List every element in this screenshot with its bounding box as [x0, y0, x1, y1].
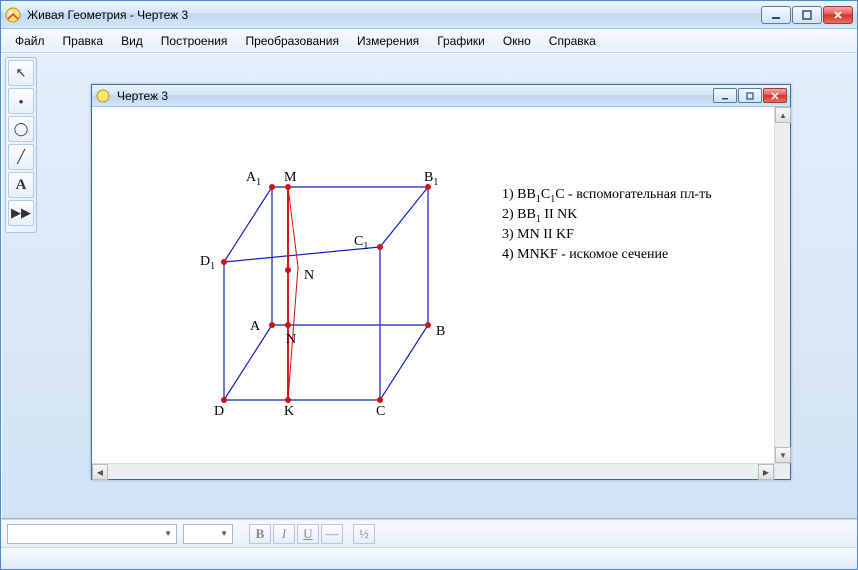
app-title: Живая Геометрия - Чертеж 3 [27, 8, 761, 22]
close-button[interactable] [823, 6, 853, 24]
status-bar [1, 547, 857, 569]
title-bar: Живая Геометрия - Чертеж 3 [1, 1, 857, 29]
child-minimize-button[interactable] [713, 88, 737, 103]
arrow-tool[interactable]: ↖ [8, 60, 34, 86]
menu-преобразования[interactable]: Преобразования [237, 31, 347, 51]
construction-note: 1) BB1С1С - вспомогательная пл-ть [502, 187, 712, 205]
menu-построения[interactable]: Построения [153, 31, 236, 51]
menu-справка[interactable]: Справка [541, 31, 604, 51]
child-client: A1MB1C1D1NANBDKC 1) BB1С1С - вспомогател… [92, 107, 790, 479]
child-title: Чертеж 3 [117, 89, 713, 103]
tool-panel: ↖•◯╱A▶▶ [5, 57, 37, 233]
horizontal-scrollbar[interactable]: ◀ ▶ [92, 463, 774, 479]
svg-text:A1: A1 [246, 170, 261, 188]
scroll-corner [774, 463, 790, 479]
construction-note: 4) MNKF - искомое сечение [502, 247, 668, 263]
font-size-select[interactable]: ▼ [183, 524, 233, 544]
construction-note: 3) MN II KF [502, 227, 574, 243]
child-maximize-button[interactable] [738, 88, 762, 103]
format-bold-button[interactable]: B [249, 524, 271, 544]
svg-text:K: K [284, 404, 294, 419]
compass-tool[interactable]: ◯ [8, 116, 34, 142]
child-icon [95, 88, 111, 104]
menu-окно[interactable]: Окно [495, 31, 539, 51]
scroll-down-button[interactable]: ▼ [775, 447, 791, 463]
work-area: ↖•◯╱A▶▶ Чертеж 3 A1MB1C1D1NANBDK [1, 53, 857, 519]
child-close-button[interactable] [763, 88, 787, 103]
menu-bar: ФайлПравкаВидПостроенияПреобразованияИзм… [1, 29, 857, 53]
text-tool[interactable]: A [8, 172, 34, 198]
child-title-bar: Чертеж 3 [92, 85, 790, 107]
svg-text:D1: D1 [200, 254, 215, 272]
format-toolbar: ▼ ▼ BIU— ½ [1, 519, 857, 547]
svg-text:N: N [286, 332, 296, 347]
drawing-canvas[interactable]: A1MB1C1D1NANBDKC 1) BB1С1С - вспомогател… [92, 107, 790, 479]
mdi-area: Чертеж 3 A1MB1C1D1NANBDKC 1) BB1С1С - вс… [41, 57, 854, 515]
menu-правка[interactable]: Правка [55, 31, 112, 51]
format-underline-button[interactable]: U [297, 524, 319, 544]
format-italic-button[interactable]: I [273, 524, 295, 544]
svg-text:A: A [250, 319, 261, 334]
svg-text:C: C [376, 404, 385, 419]
svg-text:B: B [436, 324, 445, 339]
svg-text:N: N [304, 268, 314, 283]
minimize-button[interactable] [761, 6, 791, 24]
svg-text:D: D [214, 404, 224, 419]
vertical-scrollbar[interactable]: ▲ ▼ [774, 107, 790, 463]
child-window: Чертеж 3 A1MB1C1D1NANBDKC 1) BB1С1С - вс… [91, 84, 791, 480]
child-window-controls [713, 88, 787, 103]
menu-вид[interactable]: Вид [113, 31, 151, 51]
format-math-button[interactable]: ½ [353, 524, 375, 544]
app-window: Живая Геометрия - Чертеж 3 ФайлПравкаВид… [0, 0, 858, 570]
app-icon [5, 7, 21, 23]
point-tool[interactable]: • [8, 88, 34, 114]
window-controls [761, 6, 853, 24]
custom-tool[interactable]: ▶▶ [8, 200, 34, 226]
scroll-up-button[interactable]: ▲ [775, 107, 791, 123]
maximize-button[interactable] [792, 6, 822, 24]
font-family-select[interactable]: ▼ [7, 524, 177, 544]
menu-графики[interactable]: Графики [429, 31, 493, 51]
menu-измерения[interactable]: Измерения [349, 31, 427, 51]
scroll-left-button[interactable]: ◀ [92, 464, 108, 480]
segment-tool[interactable]: ╱ [8, 144, 34, 170]
scroll-right-button[interactable]: ▶ [758, 464, 774, 480]
construction-note: 2) BB1 II NK [502, 207, 577, 225]
menu-файл[interactable]: Файл [7, 31, 53, 51]
svg-text:M: M [284, 170, 297, 185]
format-strike-button[interactable]: — [321, 524, 343, 544]
